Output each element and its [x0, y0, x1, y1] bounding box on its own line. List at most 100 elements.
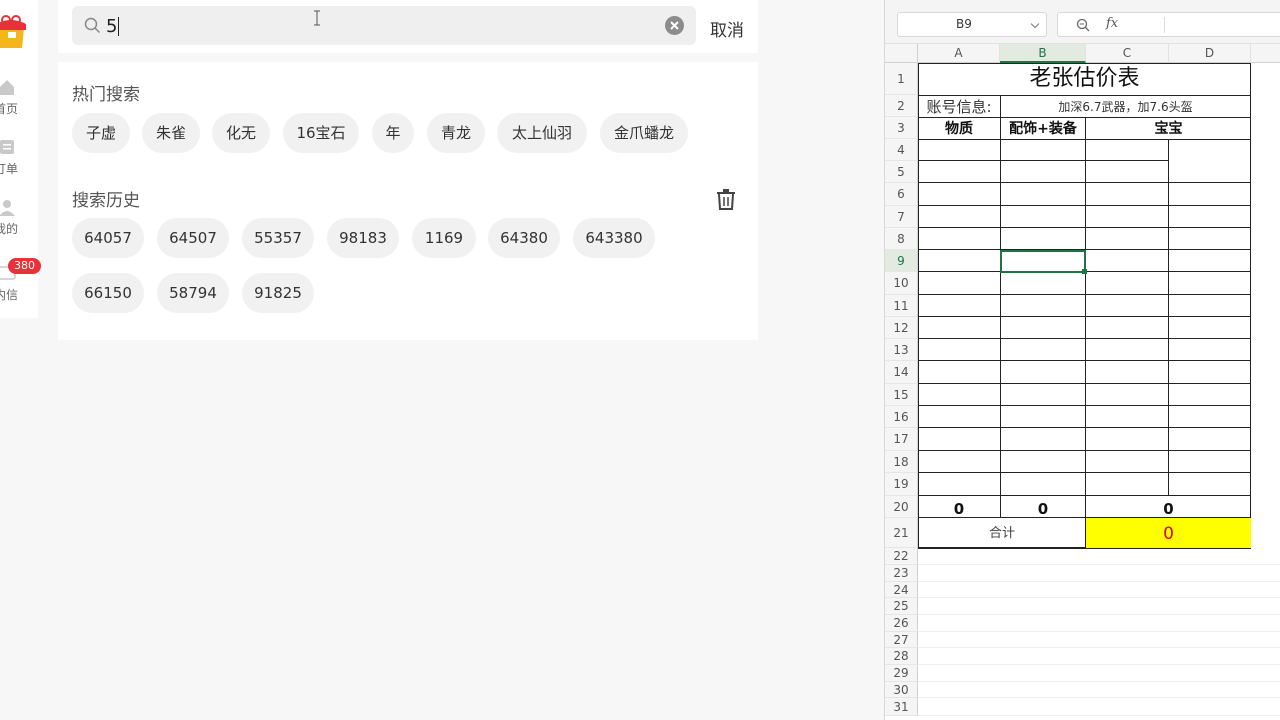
column-header-c[interactable]: C: [1086, 44, 1169, 63]
row-header-30[interactable]: 30: [885, 682, 918, 698]
history-tag[interactable]: 66150: [72, 273, 144, 313]
name-box-value: B9: [956, 17, 972, 31]
search-suggestions-panel: 热门搜索 子虚 朱雀 化无 16宝石 年 青龙 太上仙羽 金爪蟠龙 搜索历史 6…: [58, 62, 758, 340]
select-all-corner[interactable]: [885, 44, 918, 63]
row-header-22[interactable]: 22: [885, 548, 918, 565]
spreadsheet-window: B9 fx ABCD 1 2 3 4 5 6 7 8 9 10 11 12 13 14 15 16 17 18 19…: [884, 0, 1280, 720]
sidebar-item-home[interactable]: 首页: [0, 78, 38, 126]
history-tag[interactable]: 643380: [573, 218, 655, 258]
app-sidebar: 首页 订单 我的 内信 380: [0, 0, 41, 318]
text-caret: [118, 17, 119, 36]
account-value: 加深6.7武器，加7.6头盔: [1058, 100, 1193, 114]
gridline: [918, 597, 1280, 598]
gridline: [918, 697, 1280, 698]
row-header-8[interactable]: 8: [885, 228, 918, 250]
row-header-2[interactable]: 2: [885, 95, 918, 117]
hot-search-tag[interactable]: 年: [372, 113, 414, 153]
history-tag[interactable]: 64507: [157, 218, 229, 258]
row-header-20[interactable]: 20: [885, 496, 918, 518]
column-header-b[interactable]: B: [1000, 44, 1086, 63]
row-header-6[interactable]: 6: [885, 183, 918, 206]
row-header-12[interactable]: 12: [885, 317, 918, 339]
column-header-d[interactable]: D: [1169, 44, 1251, 63]
row-header-7[interactable]: 7: [885, 206, 918, 228]
row-header-9[interactable]: 9: [885, 250, 918, 272]
table-border: [918, 160, 1169, 161]
fx-icon[interactable]: fx: [1106, 16, 1118, 31]
row-header-21[interactable]: 21: [885, 518, 918, 548]
formula-input[interactable]: fx: [1057, 12, 1280, 37]
row-header-25[interactable]: 25: [885, 598, 918, 615]
history-tag[interactable]: 64057: [72, 218, 144, 258]
trash-icon[interactable]: [715, 188, 737, 210]
hot-search-tag[interactable]: 金爪蟠龙: [600, 113, 688, 153]
column-header-e[interactable]: [1251, 44, 1280, 63]
order-icon: [0, 140, 14, 154]
row-header-27[interactable]: 27: [885, 632, 918, 648]
hot-search-title: 热门搜索: [72, 85, 140, 105]
row-header-3[interactable]: 3: [885, 117, 918, 139]
clear-search-button[interactable]: [665, 16, 684, 35]
row-header-29[interactable]: 29: [885, 665, 918, 682]
row-header-13[interactable]: 13: [885, 339, 918, 361]
row-header-16[interactable]: 16: [885, 406, 918, 428]
row-header-17[interactable]: 17: [885, 428, 918, 451]
app-logo-icon: [0, 15, 26, 48]
history-tag[interactable]: 91825: [242, 273, 314, 313]
gridline: [918, 681, 1280, 682]
hot-search-tag[interactable]: 朱雀: [142, 113, 200, 153]
hot-search-tag[interactable]: 16宝石: [283, 113, 359, 153]
gridline: [918, 564, 1280, 565]
history-tag[interactable]: 58794: [157, 273, 229, 313]
history-tag[interactable]: 1169: [412, 218, 476, 258]
gridline: [918, 647, 1280, 648]
chevron-down-icon: [1030, 19, 1040, 29]
selected-cell[interactable]: [1000, 250, 1086, 273]
table-border: [918, 548, 1251, 549]
hot-search-tag[interactable]: 子虚: [72, 113, 130, 153]
zoom-icon[interactable]: [1076, 18, 1090, 32]
hot-search-tag[interactable]: 化无: [212, 113, 270, 153]
gridline: [918, 614, 1280, 615]
total-material: 0: [953, 500, 965, 518]
row-header-14[interactable]: 14: [885, 361, 918, 384]
search-box[interactable]: [72, 6, 696, 45]
history-tag[interactable]: 64380: [488, 218, 560, 258]
search-input[interactable]: [106, 12, 646, 40]
row-header-15[interactable]: 15: [885, 384, 918, 406]
sidebar-item-mine[interactable]: 我的: [0, 198, 38, 246]
cancel-button[interactable]: 取消: [710, 16, 744, 41]
history-tag[interactable]: 98183: [327, 218, 399, 258]
unread-badge: 380: [8, 258, 41, 274]
account-label: 账号信息:: [926, 98, 992, 116]
row-header-1[interactable]: 1: [885, 63, 918, 95]
name-box[interactable]: B9: [897, 12, 1047, 37]
column-header-a[interactable]: A: [918, 44, 1000, 63]
fill-handle[interactable]: [1082, 269, 1087, 274]
row-header-5[interactable]: 5: [885, 161, 918, 183]
sidebar-item-label: 订单: [0, 162, 19, 176]
row-header-10[interactable]: 10: [885, 272, 918, 295]
row-header-23[interactable]: 23: [885, 565, 918, 582]
history-tag[interactable]: 55357: [242, 218, 314, 258]
sidebar-item-orders[interactable]: 订单: [0, 138, 38, 186]
header-pet: 宝宝: [1154, 121, 1183, 137]
row-header-31[interactable]: 31: [885, 698, 918, 716]
row-header-24[interactable]: 24: [885, 582, 918, 598]
hot-search-tag[interactable]: 太上仙羽: [497, 113, 587, 153]
gridline: [918, 631, 1280, 632]
row-header-4[interactable]: 4: [885, 139, 918, 161]
row-header-18[interactable]: 18: [885, 451, 918, 473]
row-header-19[interactable]: 19: [885, 473, 918, 496]
search-icon: [84, 17, 101, 34]
row-header-28[interactable]: 28: [885, 648, 918, 665]
gridline: [918, 715, 1280, 716]
total-pet: 0: [1163, 500, 1174, 518]
gridline: [918, 581, 1280, 582]
sum-value: 0: [1163, 524, 1174, 544]
row-header-26[interactable]: 26: [885, 615, 918, 632]
hot-search-tag[interactable]: 青龙: [427, 113, 485, 153]
table-border: [1000, 95, 1001, 518]
search-history-title: 搜索历史: [72, 191, 140, 211]
row-header-11[interactable]: 11: [885, 295, 918, 317]
